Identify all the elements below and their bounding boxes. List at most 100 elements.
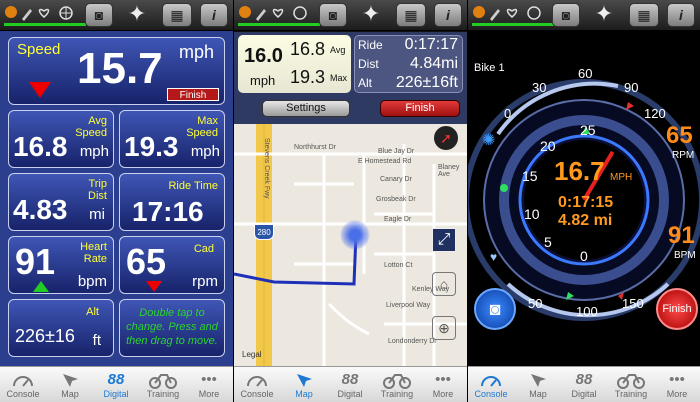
outer-tick-150: 150 xyxy=(622,296,644,311)
street-label: Blue Jay Dr xyxy=(378,148,415,155)
tab-digital-label: Digital xyxy=(337,389,363,399)
altitude-label: Alt xyxy=(86,306,99,318)
info-icon[interactable]: i xyxy=(200,3,228,27)
tab-bar: Console Map 88 Digital Training ••• More xyxy=(468,366,700,402)
info-icon[interactable]: i xyxy=(434,3,462,27)
tab-training-label: Training xyxy=(146,389,180,399)
ride-time-cell[interactable]: Ride Time 17:16 xyxy=(119,173,225,231)
digits-icon: 88 xyxy=(107,371,125,388)
tab-more-label: More xyxy=(666,389,688,399)
highway-shield: 280 xyxy=(254,224,274,240)
finish-button[interactable]: Finish xyxy=(656,288,698,330)
speed-down-arrow-icon xyxy=(29,82,51,98)
max-speed-label: Max Speed xyxy=(186,115,218,139)
tab-digital[interactable]: 88 Digital xyxy=(561,370,607,399)
tab-training[interactable]: Training xyxy=(374,370,420,399)
outer-tick-90: 90 xyxy=(624,80,639,95)
ride-time-label: Ride Time xyxy=(168,180,218,192)
street-label: Grosbeak Dr xyxy=(376,196,416,203)
trip-dist-cell[interactable]: Trip Dist 4.83 mi xyxy=(8,173,114,231)
tab-map[interactable]: Map xyxy=(47,370,93,399)
map-view[interactable]: Stevens Creek Fwy Northhurst Dr Blue Jay… xyxy=(234,124,467,366)
street-label: Londonderry Dr xyxy=(388,338,437,345)
max-speed-value: 19.3 xyxy=(124,131,179,162)
cadence-unit: rpm xyxy=(192,273,218,290)
person-icon[interactable]: ✦ xyxy=(122,3,152,27)
layout-icon[interactable]: ▦ xyxy=(629,3,659,27)
tab-digital[interactable]: 88 Digital xyxy=(327,370,373,399)
hint-text: Double tap to change. Press and then dra… xyxy=(126,307,218,347)
tab-training[interactable]: Training xyxy=(140,370,186,399)
settings-gear-icon[interactable]: ✺ xyxy=(482,130,495,150)
max-speed-cell[interactable]: Max Speed 19.3 mph xyxy=(119,110,225,168)
avg-speed-cell[interactable]: Avg Speed 16.8 mph xyxy=(8,110,114,168)
trip-dist-unit: mi xyxy=(89,206,105,223)
ride-panel[interactable]: Ride 0:17:17 Dist 4.84mi Alt 226±16ft xyxy=(354,35,463,93)
tab-console-label: Console xyxy=(474,389,508,399)
tab-digital-label: Digital xyxy=(571,389,597,399)
camera-icon[interactable]: ◙ xyxy=(552,3,580,27)
tab-digital[interactable]: 88 Digital xyxy=(93,370,139,399)
console-cadence-value: 65 xyxy=(666,122,693,149)
street-label: Blaney Ave xyxy=(438,164,460,178)
trip-dist-value: 4.83 xyxy=(13,194,68,225)
tab-console[interactable]: Console xyxy=(468,370,514,399)
tab-more[interactable]: ••• More xyxy=(654,370,700,399)
dist-label: Dist xyxy=(358,57,379,71)
street-label: Lotton Ct xyxy=(384,262,413,269)
camera-icon[interactable]: ◙ xyxy=(319,3,347,27)
top-bar: ◙ ✦ ▦ i xyxy=(0,0,233,31)
tab-training[interactable]: Training xyxy=(608,370,654,399)
north-up-icon[interactable]: ⌂ xyxy=(432,272,456,296)
compass-icon xyxy=(297,374,312,387)
speedometer-icon xyxy=(481,376,501,387)
console-speed-unit: MPH xyxy=(610,172,633,183)
settings-button[interactable]: Settings xyxy=(262,100,350,117)
crosshair-icon[interactable]: ⊕ xyxy=(432,316,456,340)
tab-more[interactable]: ••• More xyxy=(186,370,232,399)
tab-console[interactable]: Console xyxy=(234,370,280,399)
altitude-cell[interactable]: Alt 226±16 ft xyxy=(8,299,114,357)
street-label: E Homestead Rd xyxy=(358,158,412,165)
finish-button[interactable]: Finish xyxy=(380,100,460,117)
speed-panel[interactable]: 16.0 mph 16.8 Avg 19.3 Max xyxy=(238,35,351,93)
map-screen: ◙ ✦ ▦ i 16.0 mph 16.8 Avg 19.3 Max Ride … xyxy=(234,0,467,402)
street-label: Eagle Dr xyxy=(384,216,412,223)
heart-rate-cell[interactable]: Heart Rate 91 bpm xyxy=(8,236,114,294)
heart-rate-unit: bpm xyxy=(77,273,107,290)
tab-digital-label: Digital xyxy=(103,389,129,399)
info-icon[interactable]: i xyxy=(667,3,695,27)
tab-more[interactable]: ••• More xyxy=(420,370,466,399)
speed-value: 15.7 xyxy=(77,44,163,93)
camera-button[interactable]: ◙ xyxy=(474,288,516,330)
legal-link[interactable]: Legal xyxy=(242,350,262,359)
layout-icon[interactable]: ▦ xyxy=(162,3,192,27)
map-speed-unit: mph xyxy=(250,73,276,88)
status-icons xyxy=(238,3,320,29)
status-icons xyxy=(472,3,554,29)
cadence-cell[interactable]: Cad 65 rpm xyxy=(119,236,225,294)
outer-tick-120: 120 xyxy=(644,106,666,121)
tab-map[interactable]: Map xyxy=(515,370,561,399)
finish-button[interactable]: Finish xyxy=(167,88,219,101)
console-heart-rate-value: 91 xyxy=(668,222,695,249)
tab-map[interactable]: Map xyxy=(281,370,327,399)
expand-icon[interactable]: ⤢ xyxy=(432,228,456,252)
street-label: Canary Dr xyxy=(380,176,412,183)
person-icon[interactable]: ✦ xyxy=(356,3,386,27)
tab-console-label: Console xyxy=(6,389,40,399)
compass-icon[interactable]: ➚ xyxy=(434,126,458,150)
top-bar: ◙ ✦ ▦ i xyxy=(234,0,467,31)
alt-value: 226±16ft xyxy=(395,74,458,91)
map-speed-value: 16.0 xyxy=(244,45,283,67)
speed-cell[interactable]: Speed 15.7 mph Finish xyxy=(8,37,225,105)
tab-console[interactable]: Console xyxy=(0,370,46,399)
heart-icon: ♥ xyxy=(490,250,498,264)
layout-icon[interactable]: ▦ xyxy=(396,3,426,27)
person-icon[interactable]: ✦ xyxy=(589,3,619,27)
more-icon: ••• xyxy=(669,371,685,388)
outer-tick-0: 0 xyxy=(504,106,512,121)
hint-cell[interactable]: Double tap to change. Press and then dra… xyxy=(119,299,225,357)
camera-icon[interactable]: ◙ xyxy=(85,3,113,27)
map-avg-label: Avg xyxy=(330,45,346,55)
